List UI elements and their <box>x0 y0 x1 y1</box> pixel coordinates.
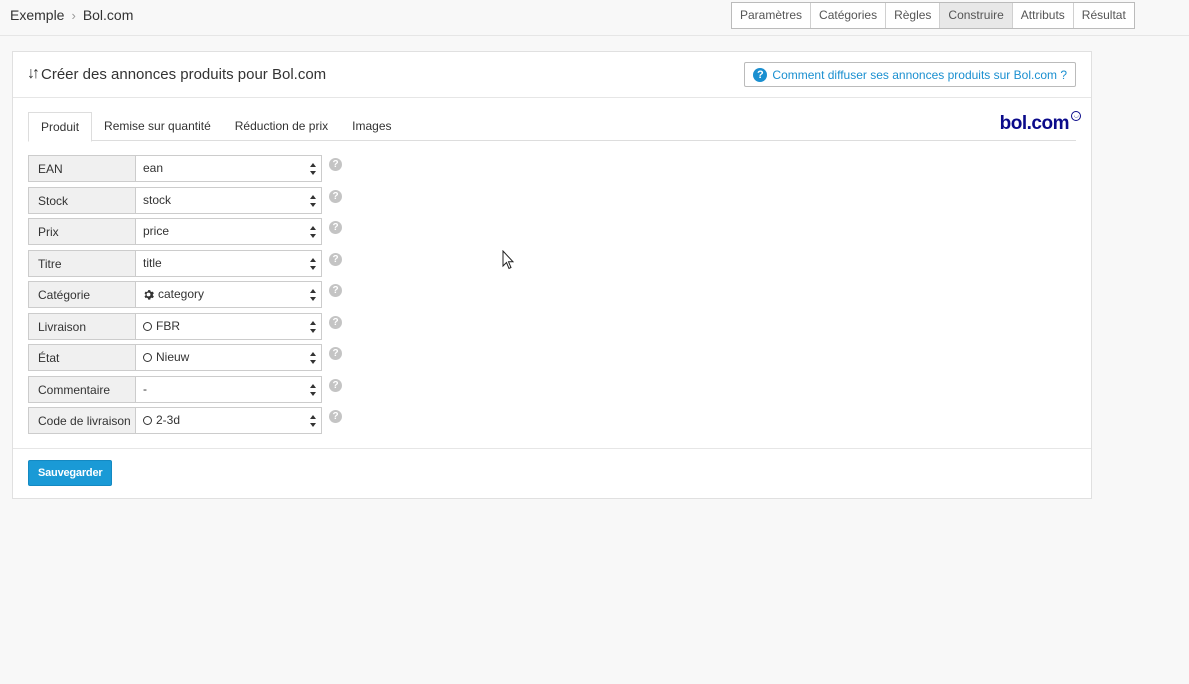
question-icon: ? <box>753 67 768 82</box>
field-label: Prix <box>28 218 135 245</box>
field-label: Livraison <box>28 312 135 340</box>
breadcrumb-root[interactable]: Exemple <box>10 7 64 23</box>
wizard-steps: Paramètres Catégories Règles Construire … <box>731 2 1135 29</box>
prix-select[interactable]: price <box>135 218 322 245</box>
product-form: EAN ean ? Stock stock ? Prix price ? Tit… <box>28 155 342 439</box>
help-icon[interactable]: ? <box>329 284 342 297</box>
sort-arrows-icon <box>310 352 317 364</box>
breadcrumb-current: Bol.com <box>82 7 134 23</box>
main-panel: ↓↑ Créer des annonces produits pour Bol.… <box>12 51 1092 499</box>
brand-text: bol.com <box>999 113 1070 134</box>
field-label: Stock <box>28 186 135 214</box>
page-title-text: Créer des annonces produits pour Bol.com <box>41 65 327 83</box>
help-icon[interactable]: ? <box>329 189 342 203</box>
divider <box>13 448 1091 449</box>
field-label: EAN <box>28 155 135 182</box>
select-value: category <box>158 287 205 301</box>
field-row-livraison: Livraison FBR ? <box>28 312 342 340</box>
ean-select[interactable]: ean <box>135 155 322 182</box>
tab-bar: Produit Remise sur quantité Réduction de… <box>28 112 1076 142</box>
page-title: ↓↑ Créer des annonces produits pour Bol.… <box>27 65 326 83</box>
livraison-select[interactable]: FBR <box>135 312 322 340</box>
help-icon[interactable]: ? <box>329 410 342 423</box>
tab-produit[interactable]: Produit <box>28 112 93 142</box>
field-row-commentaire: Commentaire - ? <box>28 375 342 403</box>
smile-icon: ◡ <box>1071 111 1081 121</box>
help-icon[interactable]: ? <box>329 252 342 266</box>
chevron-right-icon: › <box>71 7 76 23</box>
field-row-code-de-livraison: Code de livraison 2-3d ? <box>28 407 342 434</box>
circle-icon <box>143 416 152 425</box>
sort-arrows-icon <box>310 415 317 427</box>
select-value: ean <box>143 161 164 175</box>
breadcrumb: Exemple › Bol.com <box>10 7 133 23</box>
select-value: price <box>143 224 170 238</box>
code-de-livraison-select[interactable]: 2-3d <box>135 407 322 434</box>
help-icon[interactable]: ? <box>329 315 342 329</box>
help-icon[interactable]: ? <box>329 347 342 360</box>
circle-icon <box>143 321 152 331</box>
tab-reduction-de-prix[interactable]: Réduction de prix <box>223 112 340 141</box>
step-parametres[interactable]: Paramètres <box>732 3 812 28</box>
panel-header: ↓↑ Créer des annonces produits pour Bol.… <box>13 52 1091 98</box>
commentaire-select[interactable]: - <box>135 375 322 403</box>
help-icon[interactable]: ? <box>329 378 342 392</box>
etat-select[interactable]: Nieuw <box>135 344 322 371</box>
select-value: FBR <box>156 318 180 333</box>
step-categories[interactable]: Catégories <box>811 3 887 28</box>
help-link-label: Comment diffuser ses annonces produits s… <box>772 67 1067 82</box>
sort-arrows-icon <box>310 289 317 301</box>
field-row-stock: Stock stock ? <box>28 186 342 214</box>
select-value: 2-3d <box>156 413 181 427</box>
field-label: État <box>28 344 135 371</box>
circle-icon <box>143 353 152 362</box>
tab-remise-sur-quantite[interactable]: Remise sur quantité <box>92 112 223 141</box>
select-value: title <box>143 255 162 270</box>
sort-icon: ↓↑ <box>27 65 40 82</box>
sort-arrows-icon <box>310 257 317 270</box>
step-attributs[interactable]: Attributs <box>1013 3 1074 28</box>
select-value: - <box>143 381 147 396</box>
tab-images[interactable]: Images <box>340 112 403 141</box>
step-construire[interactable]: Construire <box>940 3 1013 28</box>
select-value: stock <box>143 192 172 207</box>
sort-arrows-icon <box>310 383 317 396</box>
mouse-cursor-icon <box>502 249 515 273</box>
sort-arrows-icon <box>310 194 317 207</box>
help-icon[interactable]: ? <box>329 158 342 171</box>
titre-select[interactable]: title <box>135 249 322 277</box>
step-regles[interactable]: Règles <box>886 3 941 28</box>
categorie-select[interactable]: category <box>135 281 322 308</box>
field-row-prix: Prix price ? <box>28 218 342 245</box>
field-label: Catégorie <box>28 281 135 308</box>
bolcom-logo: bol.com ◡ <box>999 111 1081 135</box>
field-label: Code de livraison <box>28 407 135 434</box>
help-icon[interactable]: ? <box>329 221 342 234</box>
field-row-ean: EAN ean ? <box>28 155 342 182</box>
sort-arrows-icon <box>310 226 317 238</box>
gear-icon <box>143 289 154 300</box>
save-button[interactable]: Sauvegarder <box>28 460 113 486</box>
field-row-categorie: Catégorie category ? <box>28 281 342 308</box>
top-bar: Exemple › Bol.com Paramètres Catégories … <box>0 0 1189 36</box>
help-link-button[interactable]: ? Comment diffuser ses annonces produits… <box>744 62 1076 87</box>
step-resultat[interactable]: Résultat <box>1074 3 1134 28</box>
field-row-etat: État Nieuw ? <box>28 344 342 371</box>
field-label: Commentaire <box>28 375 135 403</box>
sort-arrows-icon <box>310 320 317 333</box>
stock-select[interactable]: stock <box>135 186 322 214</box>
field-label: Titre <box>28 249 135 277</box>
field-row-titre: Titre title ? <box>28 249 342 277</box>
select-value: Nieuw <box>156 350 190 364</box>
sort-arrows-icon <box>310 163 317 175</box>
